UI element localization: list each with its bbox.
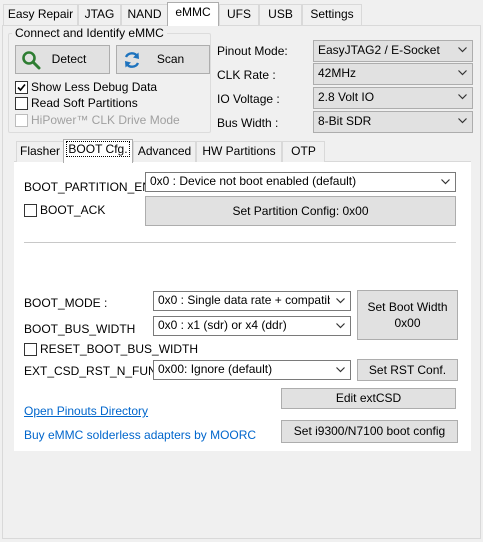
tab-usb[interactable]: USB xyxy=(259,4,302,25)
set-i9300-boot-config-button[interactable]: Set i9300/N7100 boot config xyxy=(281,420,458,443)
set-boot-width-label: Set Boot Width xyxy=(367,300,448,314)
set-rst-conf-button[interactable]: Set RST Conf. xyxy=(357,359,458,381)
reset-boot-bus-width-checkbox[interactable]: RESET_BOOT_BUS_WIDTH xyxy=(24,342,198,356)
buy-adapters-link[interactable]: Buy eMMC solderless adapters by MOORC xyxy=(24,428,256,442)
tab-otp[interactable]: OTP xyxy=(282,141,325,162)
io-voltage-value: 2.8 Volt IO xyxy=(318,90,375,104)
ext-csd-rst-label: EXT_CSD_RST_N_FUNC. xyxy=(24,364,169,378)
scan-button[interactable]: Scan xyxy=(116,45,210,74)
checkbox-box xyxy=(15,113,28,127)
tab-hw-partitions[interactable]: HW Partitions xyxy=(196,141,282,162)
read-soft-partitions-label: Read Soft Partitions xyxy=(31,96,138,110)
chevron-down-icon xyxy=(336,367,345,373)
boot-mode-label: BOOT_MODE : xyxy=(24,296,108,310)
checkbox-box xyxy=(24,203,37,217)
chevron-down-icon xyxy=(336,323,345,329)
pinout-mode-value: EasyJTAG2 / E-Socket xyxy=(318,43,440,57)
clk-rate-label: CLK Rate : xyxy=(217,68,276,82)
set-boot-width-value: 0x00 xyxy=(394,316,421,330)
io-voltage-select[interactable]: 2.8 Volt IO xyxy=(313,87,473,109)
chevron-down-icon xyxy=(441,179,450,185)
bus-width-value: 8-Bit SDR xyxy=(318,114,372,128)
show-less-debug-label: Show Less Debug Data xyxy=(31,80,158,94)
boot-mode-value: 0x0 : Single data rate + compatibl xyxy=(158,293,330,307)
boot-bus-width-value: 0x0 : x1 (sdr) or x4 (ddr) xyxy=(158,318,287,332)
show-less-debug-checkbox[interactable]: Show Less Debug Data xyxy=(15,80,157,94)
tab-emmc[interactable]: eMMC xyxy=(167,2,219,26)
tab-settings[interactable]: Settings xyxy=(302,4,362,25)
chevron-down-icon xyxy=(336,298,345,304)
chevron-down-icon xyxy=(458,94,467,100)
boot-partition-en-select[interactable]: 0x0 : Device not boot enabled (default) xyxy=(145,172,456,192)
reset-boot-bus-width-label: RESET_BOOT_BUS_WIDTH xyxy=(40,342,199,356)
refresh-icon xyxy=(122,50,142,70)
boot-partition-en-label: BOOT_PARTITION_EN: xyxy=(24,180,155,194)
pinout-mode-label: Pinout Mode: xyxy=(217,44,288,58)
tab-boot-cfg[interactable]: BOOT Cfg. xyxy=(63,139,133,163)
io-voltage-label: IO Voltage : xyxy=(217,92,280,106)
tab-ufs[interactable]: UFS xyxy=(219,4,259,25)
tab-boot-cfg-label: BOOT Cfg. xyxy=(66,141,130,157)
set-boot-width-button[interactable]: Set Boot Width 0x00 xyxy=(357,290,458,340)
clk-rate-value: 42MHz xyxy=(318,66,357,80)
connect-group-title: Connect and Identify eMMC xyxy=(12,26,167,40)
ext-csd-rst-select[interactable]: 0x00: Ignore (default) xyxy=(153,360,351,380)
hipower-label: HiPower™ CLK Drive Mode xyxy=(31,113,180,127)
detect-label: Detect xyxy=(51,52,87,67)
boot-bus-width-label: BOOT_BUS_WIDTH xyxy=(24,322,136,336)
read-soft-partitions-checkbox[interactable]: Read Soft Partitions xyxy=(15,96,138,110)
divider xyxy=(24,242,456,243)
ext-csd-rst-value: 0x00: Ignore (default) xyxy=(158,362,273,376)
tab-advanced[interactable]: Advanced xyxy=(133,141,196,162)
checkbox-box xyxy=(15,80,28,94)
hipower-checkbox[interactable]: HiPower™ CLK Drive Mode xyxy=(15,113,180,127)
tab-nand[interactable]: NAND xyxy=(121,4,168,25)
chevron-down-icon xyxy=(458,47,467,53)
clk-rate-select[interactable]: 42MHz xyxy=(313,63,473,85)
bus-width-label: Bus Width : xyxy=(217,116,279,130)
pinout-mode-select[interactable]: EasyJTAG2 / E-Socket xyxy=(313,40,473,62)
tab-flasher[interactable]: Flasher xyxy=(16,141,64,162)
open-pinouts-link[interactable]: Open Pinouts Directory xyxy=(24,404,148,418)
boot-ack-checkbox[interactable]: BOOT_ACK xyxy=(24,203,105,217)
checkbox-box xyxy=(15,96,28,110)
set-partition-config-button[interactable]: Set Partition Config: 0x00 xyxy=(145,196,456,226)
detect-button[interactable]: Detect xyxy=(15,45,110,74)
bus-width-select[interactable]: 8-Bit SDR xyxy=(313,111,473,133)
tab-jtag[interactable]: JTAG xyxy=(78,4,121,25)
checkmark-icon xyxy=(17,83,26,91)
tab-easy-repair[interactable]: Easy Repair xyxy=(3,4,78,25)
scan-label: Scan xyxy=(156,52,185,67)
chevron-down-icon xyxy=(458,118,467,124)
edit-extcsd-button[interactable]: Edit extCSD xyxy=(281,388,456,409)
boot-ack-label: BOOT_ACK xyxy=(40,203,106,217)
checkbox-box xyxy=(24,342,37,356)
boot-partition-en-value: 0x0 : Device not boot enabled (default) xyxy=(150,174,357,188)
chevron-down-icon xyxy=(458,70,467,76)
boot-mode-select[interactable]: 0x0 : Single data rate + compatibl xyxy=(153,291,351,311)
boot-bus-width-select[interactable]: 0x0 : x1 (sdr) or x4 (ddr) xyxy=(153,316,351,336)
search-icon xyxy=(21,50,41,70)
